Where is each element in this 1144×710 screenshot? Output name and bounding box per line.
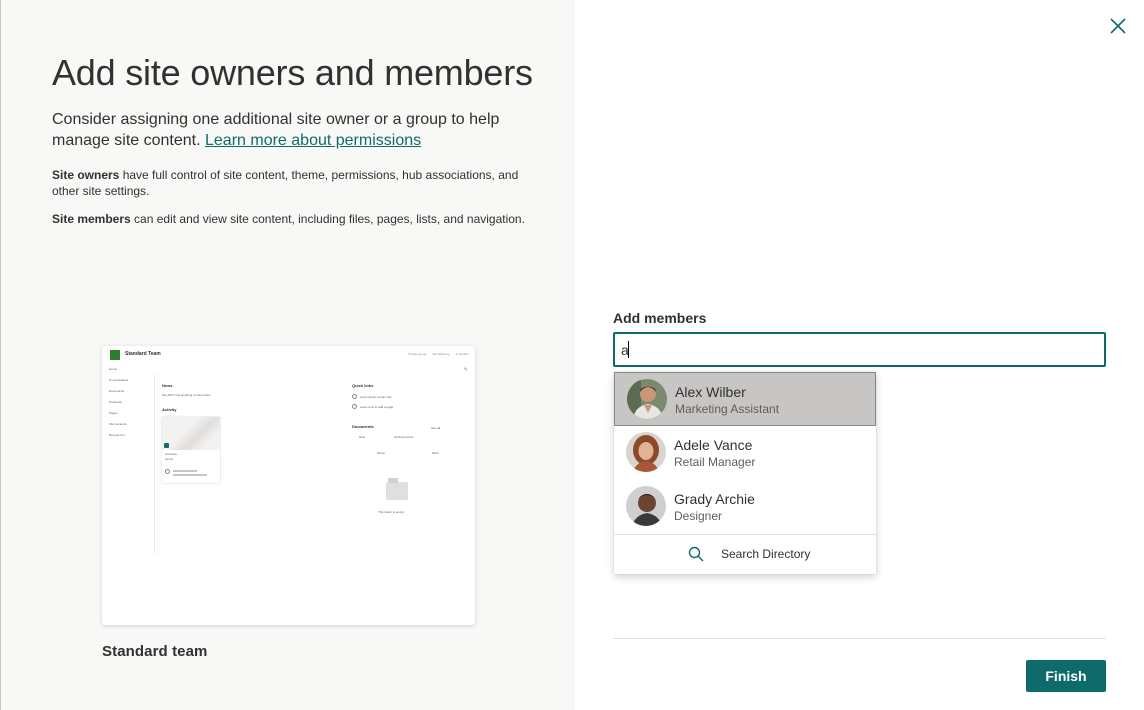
preview-documents-new: New [359, 435, 366, 439]
preview-activity-title: Activity [162, 407, 177, 412]
preview-news-text: We didn't find anything to show here. [162, 393, 212, 397]
add-members-label: Add members [613, 310, 707, 326]
avatar [626, 486, 666, 526]
suggestion-title: Retail Manager [674, 455, 756, 469]
left-pane: Add site owners and members Consider ass… [0, 0, 575, 710]
preview-quicklink-icon [352, 404, 357, 409]
empty-folder-icon [386, 478, 408, 500]
preview-top-action: Not following [432, 352, 450, 356]
preview-activity-card: OneNote Home [162, 417, 220, 483]
members-text: can edit and view site content, includin… [130, 212, 525, 226]
suggestion-grady-archie[interactable]: Grady Archie Designer [614, 480, 876, 534]
preview-quicklink-icon [352, 394, 357, 399]
close-icon[interactable] [1108, 16, 1128, 36]
owners-description: Site owners have full control of site co… [52, 167, 532, 199]
preview-documents-view: All Documents [394, 435, 414, 439]
preview-card-line [173, 470, 197, 472]
preview-nav-item: Documents [109, 389, 125, 393]
preview-documents-col: Modi [432, 451, 439, 455]
preview-folder-empty: This folder is empty [378, 510, 405, 514]
template-preview: Standard Team Private group Not followin… [102, 346, 475, 625]
preview-card-sub: Home [165, 457, 174, 461]
suggestion-name: Alex Wilber [675, 384, 746, 400]
preview-site-logo [110, 350, 120, 360]
footer-divider [613, 638, 1106, 639]
preview-top-action: 1 member [455, 352, 469, 356]
preview-edit-icon: ✎ [463, 367, 468, 373]
preview-card-label: OneNote [165, 452, 178, 456]
owners-bold: Site owners [52, 168, 120, 182]
preview-documents-title: Documents [352, 424, 374, 429]
preview-nav: Home Conversations Documents Notebook Pa… [109, 367, 128, 437]
avatar [626, 432, 666, 472]
preview-news-title: News [162, 383, 173, 388]
preview-nav-divider [154, 374, 155, 554]
preview-card-avatar [165, 469, 170, 474]
search-icon [688, 546, 704, 562]
suggestion-title: Designer [674, 509, 723, 523]
preview-quicklinks-title: Quick links [352, 383, 374, 388]
preview-nav-item: Recycle bin [109, 433, 125, 437]
add-members-input[interactable] [613, 332, 1106, 367]
preview-card-line [173, 474, 207, 476]
search-directory-label: Search Directory [721, 547, 811, 561]
learn-more-link[interactable]: Learn more about permissions [205, 132, 421, 149]
avatar [627, 379, 667, 419]
preview-nav-item: Site contents [109, 422, 127, 426]
preview-nav-item: Conversations [109, 378, 129, 382]
finish-button[interactable]: Finish [1026, 660, 1106, 692]
suggestion-title: Marketing Assistant [675, 402, 780, 416]
preview-top-actions: Private group Not following 1 member [408, 352, 469, 356]
preview-quicklink: Learn how to add a page [360, 405, 394, 409]
suggestion-name: Adele Vance [674, 437, 753, 453]
preview-documents-col: Name [377, 451, 386, 455]
page-title: Add site owners and members [52, 52, 533, 93]
preview-documents-see-all: See all [431, 426, 441, 430]
right-pane: Add members Alex Wilber Marketing Assist… [575, 0, 1144, 710]
preview-nav-item: Pages [109, 411, 118, 415]
preview-nav-item: Home [109, 367, 118, 371]
suggestion-alex-wilber[interactable]: Alex Wilber Marketing Assistant [614, 372, 876, 426]
preview-site-name: Standard Team [125, 351, 161, 357]
suggestion-name: Grady Archie [674, 491, 755, 507]
preview-quicklink: Learn about a team site [360, 395, 392, 399]
members-bold: Site members [52, 212, 131, 226]
preview-nav-item: Notebook [109, 400, 122, 404]
template-name: Standard team [102, 643, 208, 660]
people-suggestions: Alex Wilber Marketing Assistant Adele Va… [614, 372, 876, 574]
suggestion-adele-vance[interactable]: Adele Vance Retail Manager [614, 426, 876, 480]
owners-text: have full control of site content, theme… [52, 168, 519, 198]
preview-top-action: Private group [408, 352, 427, 356]
text-caret [628, 341, 629, 358]
search-directory-button[interactable]: Search Directory [614, 535, 876, 574]
onenote-icon [164, 443, 169, 448]
members-description: Site members can edit and view site cont… [52, 211, 532, 227]
preview-card-thumbnail [162, 417, 220, 450]
intro-text: Consider assigning one additional site o… [52, 109, 522, 151]
